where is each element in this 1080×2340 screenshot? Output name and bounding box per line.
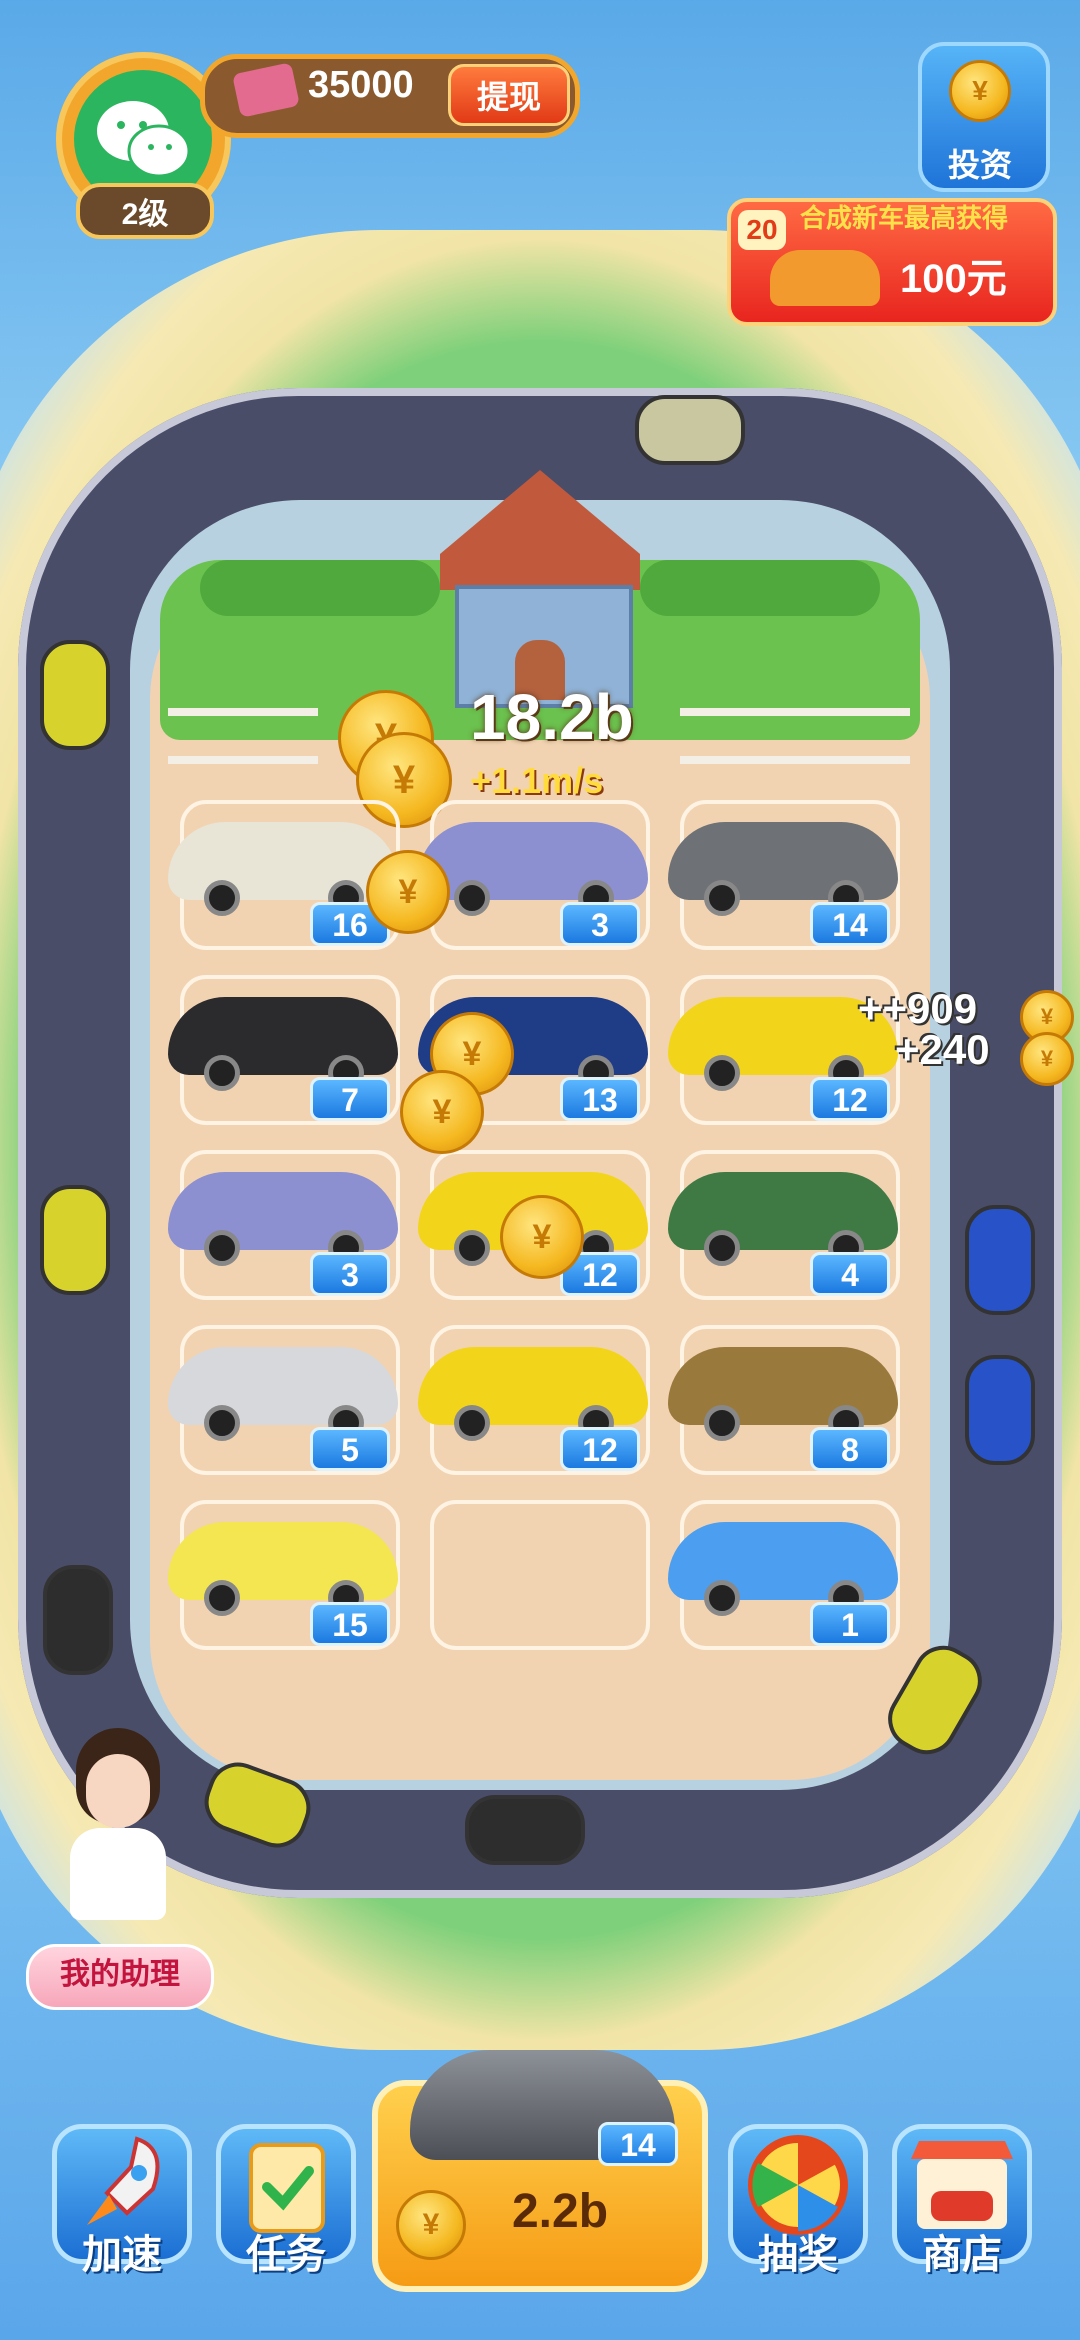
car-wheel xyxy=(704,1230,740,1266)
floating-coin-icon[interactable]: ¥ xyxy=(500,1195,584,1279)
car-image[interactable] xyxy=(668,1347,898,1425)
car-level-badge: 7 xyxy=(310,1077,390,1121)
empty-car-slot[interactable] xyxy=(430,1500,650,1650)
coin-icon: ¥ xyxy=(949,60,1011,122)
assistant-avatar[interactable] xyxy=(48,1728,188,1928)
car-level-badge: 4 xyxy=(810,1252,890,1296)
tasks-label: 任务 xyxy=(246,2233,326,2277)
car-wheel xyxy=(204,1055,240,1091)
car-wheel xyxy=(704,880,740,916)
car-level-badge: 8 xyxy=(810,1427,890,1471)
speedup-label: 加速 xyxy=(82,2233,162,2277)
car-level-badge: 3 xyxy=(560,902,640,946)
floating-coin-icon[interactable]: ¥ xyxy=(366,850,450,934)
earning-popup: +240 xyxy=(895,1026,990,1073)
car-wheel xyxy=(204,880,240,916)
car-level-badge: 12 xyxy=(560,1427,640,1471)
car-image[interactable] xyxy=(168,1347,398,1425)
buy-car-level: 14 xyxy=(598,2122,678,2166)
car-image[interactable] xyxy=(668,1172,898,1250)
popup-coin-icon: ¥ xyxy=(1020,1032,1074,1086)
track-car xyxy=(965,1355,1035,1465)
hedge-right xyxy=(640,560,880,616)
reward-car-level: 20 xyxy=(738,210,786,250)
car-image[interactable] xyxy=(668,822,898,900)
reward-amount: 100元 xyxy=(900,257,1007,301)
car-wheel xyxy=(204,1230,240,1266)
floating-coin-icon[interactable]: ¥ xyxy=(400,1070,484,1154)
hedge-left xyxy=(200,560,440,616)
withdraw-button[interactable]: 提现 xyxy=(448,64,570,126)
reward-title: 合成新车最高获得 xyxy=(800,203,1009,233)
car-level-badge: 13 xyxy=(560,1077,640,1121)
car-level-badge: 15 xyxy=(310,1602,390,1646)
balance-value: 35000 xyxy=(308,64,414,106)
invest-label: 投资 xyxy=(947,147,1012,183)
car-wheel xyxy=(204,1580,240,1616)
player-level-badge: 2级 xyxy=(76,183,214,239)
car-wheel xyxy=(704,1580,740,1616)
car-wheel xyxy=(454,1405,490,1441)
income-rate: +1.1m/s xyxy=(470,760,604,801)
car-image[interactable] xyxy=(168,1522,398,1600)
car-image[interactable] xyxy=(168,1172,398,1250)
car-level-badge: 12 xyxy=(810,1077,890,1121)
coins-stack-icon: ¥ xyxy=(930,50,1030,134)
wechat-icon xyxy=(97,101,191,178)
car-image[interactable] xyxy=(418,1347,648,1425)
car-wheel xyxy=(454,880,490,916)
car-image[interactable] xyxy=(668,1522,898,1600)
car-level-badge: 3 xyxy=(310,1252,390,1296)
reward-car-icon xyxy=(770,250,880,306)
lottery-label: 抽奖 xyxy=(758,2233,838,2277)
track-car xyxy=(465,1795,585,1865)
income-total: 18.2b xyxy=(470,681,634,753)
car-level-badge: 1 xyxy=(810,1602,890,1646)
track-car xyxy=(40,640,110,750)
track-car xyxy=(965,1205,1035,1315)
track-car xyxy=(43,1565,113,1675)
car-wheel xyxy=(204,1405,240,1441)
fence-left xyxy=(168,708,318,764)
car-wheel xyxy=(704,1055,740,1091)
car-image[interactable] xyxy=(168,997,398,1075)
buy-car-price: 2.2b xyxy=(511,2185,609,2238)
fence-right xyxy=(680,708,910,764)
track-car xyxy=(635,395,745,465)
car-level-badge: 14 xyxy=(810,902,890,946)
shop-label: 商店 xyxy=(922,2233,1002,2277)
assistant-button[interactable]: 我的助理 xyxy=(26,1944,214,2010)
car-image[interactable] xyxy=(168,822,398,900)
car-image[interactable] xyxy=(418,822,648,900)
track-car xyxy=(40,1185,110,1295)
car-wheel xyxy=(454,1230,490,1266)
car-wheel xyxy=(704,1405,740,1441)
car-level-badge: 5 xyxy=(310,1427,390,1471)
